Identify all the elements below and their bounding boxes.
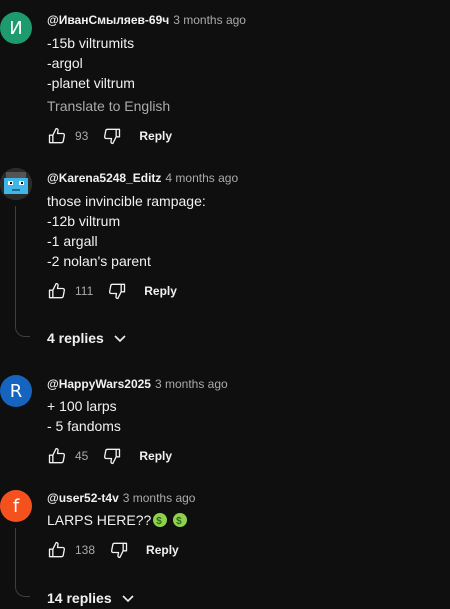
chevron-down-icon (122, 595, 134, 603)
money-mouth-face-icon (173, 512, 188, 532)
comment-text: LARPS HERE?? (47, 510, 188, 532)
comment-text: -1 argall (47, 233, 98, 249)
translate-link[interactable]: Translate to English (47, 98, 170, 114)
comment-header: @Karena5248_Editz 4 months ago (47, 171, 238, 185)
reply-button[interactable]: Reply (139, 449, 172, 463)
thumbs-up-icon (48, 447, 66, 464)
timestamp[interactable]: 3 months ago (123, 491, 196, 505)
thumbs-down-icon (109, 283, 126, 300)
thread-line (15, 206, 16, 324)
comment-text: + 100 larps (47, 398, 117, 414)
reply-button[interactable]: Reply (144, 284, 177, 298)
comment-actions: 45 Reply (47, 444, 172, 468)
timestamp[interactable]: 4 months ago (165, 171, 238, 185)
comment-text: -planet viltrum (47, 75, 135, 91)
money-mouth-face-icon (153, 512, 168, 532)
comment-header: @user52-t4v 3 months ago (47, 491, 195, 505)
dislike-button[interactable] (102, 446, 122, 466)
reply-button[interactable]: Reply (139, 129, 172, 143)
like-button[interactable]: 45 (47, 446, 88, 466)
view-replies-button[interactable]: 14 replies (47, 590, 136, 606)
thread-line (15, 528, 16, 584)
author-handle[interactable]: @Karena5248_Editz (47, 171, 161, 185)
replies-label: 4 replies (47, 330, 104, 346)
like-count: 138 (75, 543, 96, 557)
comment-text: -argol (47, 55, 83, 71)
author-handle[interactable]: @user52-t4v (47, 491, 119, 505)
avatar[interactable]: И (0, 12, 32, 44)
thread-connector (15, 324, 30, 337)
comment-actions: 93 Reply (47, 124, 172, 148)
comment-actions: 111 Reply (47, 279, 177, 303)
avatar-letter: И (9, 17, 23, 39)
author-handle[interactable]: @HappyWars2025 (47, 377, 151, 391)
author-handle[interactable]: @ИванСмыляев-69ч (47, 13, 169, 27)
comment-text: -2 nolan's parent (47, 253, 151, 269)
avatar[interactable]: f (0, 490, 32, 522)
timestamp[interactable]: 3 months ago (155, 377, 228, 391)
thumbs-down-icon (104, 448, 121, 465)
thread-connector (15, 584, 30, 597)
comment-actions: 138 Reply (47, 538, 179, 562)
comment-text: -12b viltrum (47, 213, 121, 229)
replies-label: 14 replies (47, 590, 112, 606)
thumbs-up-icon (48, 127, 66, 144)
timestamp[interactable]: 3 months ago (173, 13, 246, 27)
avatar[interactable] (0, 168, 32, 200)
thumbs-down-icon (111, 542, 128, 559)
like-button[interactable]: 111 (47, 281, 93, 301)
minecraft-character-avatar-icon (0, 168, 32, 200)
comment-text: those invincible rampage: (47, 193, 206, 209)
thumbs-up-icon (48, 541, 66, 558)
avatar-letter: R (9, 380, 23, 402)
like-count: 111 (75, 284, 94, 298)
like-count: 93 (75, 129, 89, 143)
avatar-letter: f (12, 495, 20, 517)
chevron-down-icon (114, 335, 126, 343)
comment-text-content: LARPS HERE?? (47, 512, 152, 528)
comment-header: @HappyWars2025 3 months ago (47, 377, 228, 391)
dislike-button[interactable] (107, 281, 127, 301)
like-count: 45 (75, 449, 89, 463)
comment-text: -15b viltrumits (47, 35, 135, 51)
reply-button[interactable]: Reply (146, 543, 179, 557)
like-button[interactable]: 138 (47, 540, 95, 560)
view-replies-button[interactable]: 4 replies (47, 330, 128, 346)
avatar[interactable]: R (0, 375, 32, 407)
comment-text: - 5 fandoms (47, 418, 121, 434)
comment-header: @ИванСмыляев-69ч 3 months ago (47, 13, 246, 27)
dislike-button[interactable] (102, 126, 122, 146)
thumbs-up-icon (48, 282, 66, 299)
dislike-button[interactable] (109, 540, 129, 560)
thumbs-down-icon (104, 128, 121, 145)
like-button[interactable]: 93 (47, 126, 88, 146)
